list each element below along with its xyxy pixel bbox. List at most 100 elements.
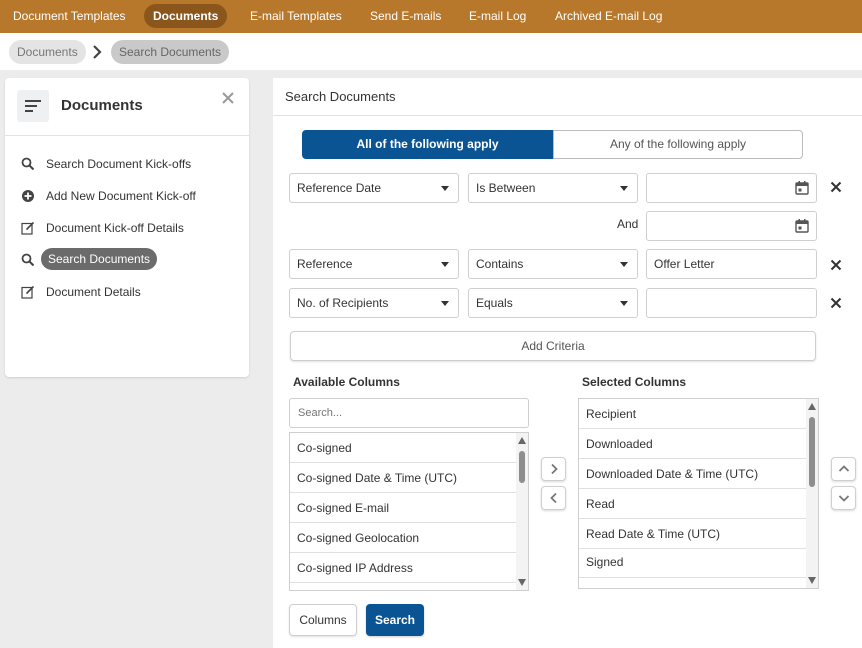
criteria-field-value: Reference Date <box>297 181 382 195</box>
scroll-down-icon[interactable] <box>518 579 526 586</box>
sidebar-item-label: Search Document Kick-offs <box>46 157 192 171</box>
nav-email-templates[interactable]: E-mail Templates <box>241 4 351 28</box>
list-item[interactable]: Co-signed Geolocation <box>290 523 516 553</box>
close-icon[interactable] <box>220 90 236 106</box>
caret-down-icon <box>620 262 628 267</box>
columns-button[interactable]: Columns <box>289 604 357 636</box>
criteria-field-select[interactable]: Reference Date <box>289 173 459 203</box>
sidebar-title: Documents <box>61 97 143 114</box>
sidebar-header: Documents <box>5 78 249 136</box>
sidebar-item-label: Add New Document Kick-off <box>46 189 196 203</box>
caret-down-icon <box>441 301 449 306</box>
plus-circle-icon <box>22 190 34 202</box>
scroll-up-icon[interactable] <box>518 437 526 444</box>
chevron-left-icon <box>550 492 557 504</box>
criteria-field-select[interactable]: No. of Recipients <box>289 288 459 318</box>
and-label: And <box>617 217 639 231</box>
criteria-field-value: Reference <box>297 257 353 271</box>
search-button[interactable]: Search <box>366 604 424 636</box>
sidebar-item-search-documents[interactable]: Search Documents <box>5 247 249 273</box>
list-item[interactable]: Signed Date & Time (UTC) <box>579 578 806 588</box>
date-input-to[interactable] <box>646 211 817 241</box>
sidebar-item-label: Search Documents <box>41 248 158 270</box>
page-title: Search Documents <box>285 89 396 104</box>
nav-documents[interactable]: Documents <box>144 4 228 28</box>
move-right-button[interactable] <box>541 457 566 481</box>
remove-criteria-icon[interactable] <box>830 259 842 271</box>
criteria-operator-value: Equals <box>476 296 513 310</box>
chevron-right-icon <box>551 463 558 475</box>
caret-down-icon <box>620 301 628 306</box>
caret-down-icon <box>441 262 449 267</box>
criteria-value-input[interactable] <box>646 288 817 318</box>
scrollbar-thumb[interactable] <box>809 417 815 487</box>
sidebar-item-label: Document Details <box>46 285 141 299</box>
criteria-field-select[interactable]: Reference <box>289 249 459 279</box>
criteria-value-input[interactable]: Offer Letter <box>646 249 817 279</box>
criteria-operator-value: Contains <box>476 257 524 271</box>
search-icon <box>21 253 35 267</box>
list-item[interactable]: Downloaded Date & Time (UTC) <box>579 459 806 489</box>
list-item[interactable]: Recipient <box>579 399 806 429</box>
sidebar-item-document-kickoff-details[interactable]: Document Kick-off Details <box>5 215 249 241</box>
scroll-up-icon[interactable] <box>808 403 816 410</box>
divider <box>273 115 862 116</box>
available-columns-heading: Available Columns <box>293 375 400 389</box>
caret-down-icon <box>620 186 628 191</box>
menu-lines-icon <box>17 90 49 122</box>
available-columns-list[interactable]: Co-signed Co-signed Date & Time (UTC) Co… <box>289 432 529 591</box>
move-down-button[interactable] <box>831 486 856 510</box>
scrollbar-thumb[interactable] <box>519 451 525 483</box>
list-item[interactable]: Signed <box>579 549 806 578</box>
list-item[interactable]: Co-signed IP Address <box>290 553 516 583</box>
scroll-down-icon[interactable] <box>808 577 816 584</box>
breadcrumb-search-documents: Search Documents <box>111 40 230 64</box>
edit-icon <box>21 285 35 299</box>
criteria-operator-select[interactable]: Equals <box>468 288 638 318</box>
edit-icon <box>21 221 35 235</box>
nav-archived-email-log[interactable]: Archived E-mail Log <box>546 4 671 28</box>
chevron-right-icon <box>93 45 102 59</box>
nav-email-log[interactable]: E-mail Log <box>460 4 535 28</box>
calendar-icon[interactable] <box>794 218 810 234</box>
add-criteria-button[interactable]: Add Criteria <box>290 331 816 361</box>
nav-document-templates[interactable]: Document Templates <box>4 4 135 28</box>
toggle-any-apply[interactable]: Any of the following apply <box>553 130 803 159</box>
criteria-operator-select[interactable]: Contains <box>468 249 638 279</box>
sidebar-item-document-details[interactable]: Document Details <box>5 279 249 305</box>
sidebar-panel: Documents Search Document Kick-offs Add … <box>5 78 249 377</box>
columns-search-input[interactable] <box>289 398 529 428</box>
date-input-from[interactable] <box>646 173 817 203</box>
toggle-all-apply[interactable]: All of the following apply <box>302 130 553 159</box>
sidebar-item-label: Document Kick-off Details <box>46 221 184 235</box>
criteria-operator-value: Is Between <box>476 181 536 195</box>
scrollbar[interactable] <box>806 399 818 588</box>
selected-columns-list[interactable]: Recipient Downloaded Downloaded Date & T… <box>578 398 819 589</box>
sidebar-item-add-new-document-kickoff[interactable]: Add New Document Kick-off <box>5 183 249 209</box>
chevron-down-icon <box>838 495 850 502</box>
list-item[interactable]: Downloaded <box>579 429 806 459</box>
remove-criteria-icon[interactable] <box>830 297 842 309</box>
chevron-up-icon <box>838 465 850 472</box>
list-item[interactable]: Read <box>579 489 806 519</box>
remove-criteria-icon[interactable] <box>830 181 842 193</box>
criteria-operator-select[interactable]: Is Between <box>468 173 638 203</box>
scrollbar[interactable] <box>516 433 528 590</box>
move-up-button[interactable] <box>831 457 856 481</box>
calendar-icon[interactable] <box>794 180 810 196</box>
list-item[interactable]: Co-signed E-mail <box>290 493 516 523</box>
search-documents-panel: Search Documents All of the following ap… <box>273 78 862 648</box>
list-item[interactable]: Co-signed <box>290 433 516 463</box>
top-navigation: Document Templates Documents E-mail Temp… <box>0 0 862 33</box>
list-item[interactable]: Read Date & Time (UTC) <box>579 519 806 549</box>
sidebar-item-search-document-kickoffs[interactable]: Search Document Kick-offs <box>5 151 249 177</box>
list-item[interactable]: Co-signed Date & Time (UTC) <box>290 463 516 493</box>
nav-send-emails[interactable]: Send E-mails <box>361 4 450 28</box>
criteria-field-value: No. of Recipients <box>297 296 389 310</box>
breadcrumb: Documents Search Documents <box>0 33 862 70</box>
caret-down-icon <box>441 186 449 191</box>
selected-columns-heading: Selected Columns <box>582 375 687 389</box>
breadcrumb-documents[interactable]: Documents <box>9 40 86 64</box>
move-left-button[interactable] <box>541 486 566 510</box>
search-icon <box>21 157 35 171</box>
